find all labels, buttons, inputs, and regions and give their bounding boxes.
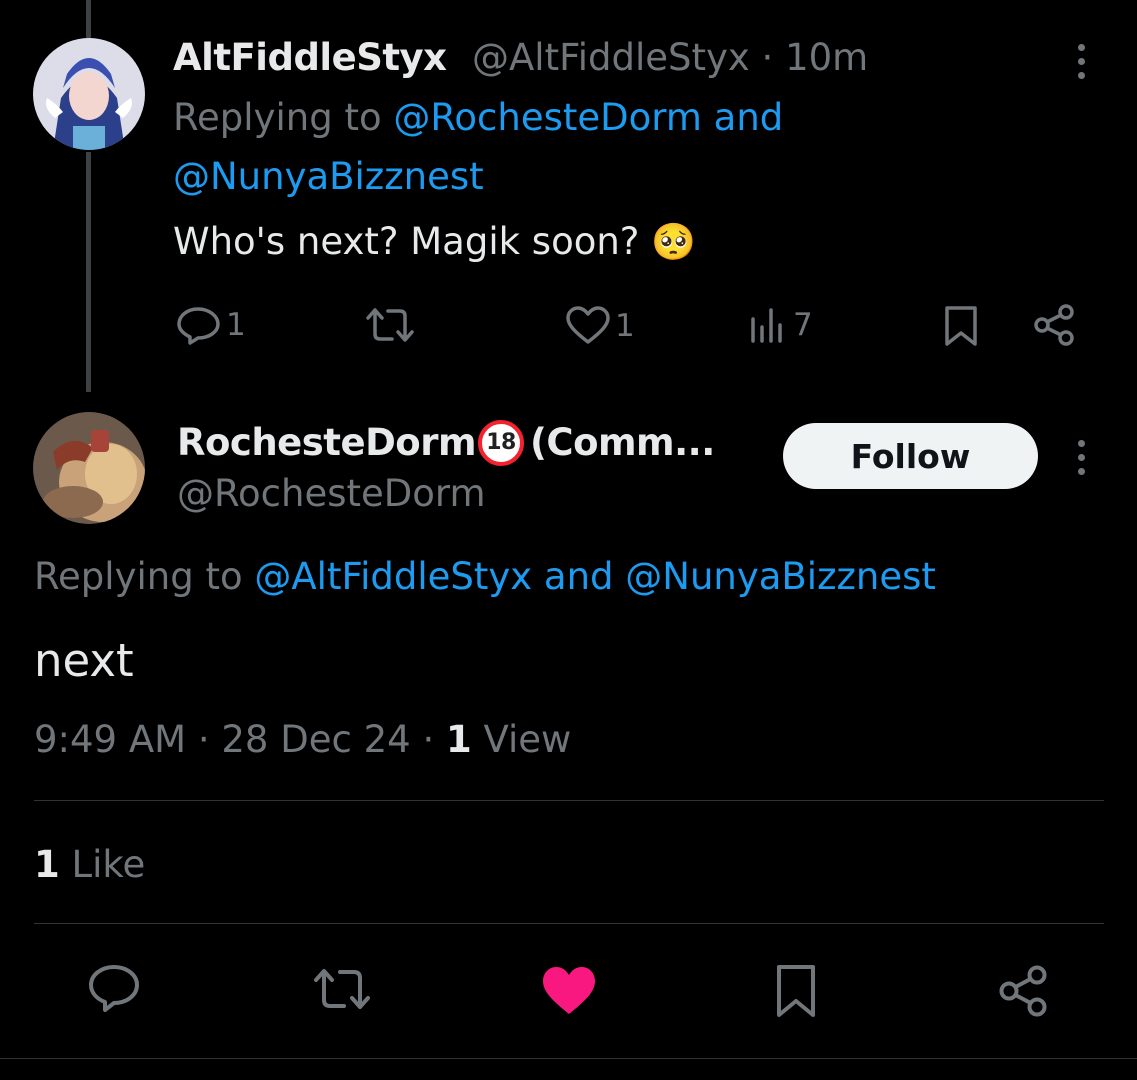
share-icon [1034,304,1074,346]
repost-icon [314,969,370,1009]
repost-icon [366,308,414,342]
reply-button[interactable]: 1 [176,305,246,345]
view-count: 1 [445,718,472,761]
reply-icon [177,307,220,345]
like-icon [566,306,610,344]
display-name[interactable]: RochesteDorm 18 (Comm... [177,419,715,468]
like-button[interactable]: 1 [565,306,635,346]
reply-icon [89,965,139,1012]
bookmark-button[interactable] [943,305,979,347]
liked-heart-icon [543,967,595,1014]
pleading-face-emoji: 🥺 [651,222,697,263]
more-icon[interactable] [1073,44,1089,79]
repost-button[interactable] [364,306,420,344]
handle[interactable]: @AltFiddleStyx [472,36,750,79]
replying-to-line: Replying to @RochesteDorm and [173,96,783,139]
adult-content-18-icon: 18 [478,419,525,466]
follow-button[interactable]: Follow [783,423,1038,489]
divider [34,800,1104,801]
tweet-text: Who's next? Magik soon? 🥺 [173,220,697,263]
avatar[interactable] [33,38,145,150]
replying-to-line: Replying to @AltFiddleStyx and @NunyaBiz… [34,555,936,598]
reply-count: 1 [226,307,246,343]
views-count: 7 [793,307,813,343]
replying-to-mentions[interactable]: @AltFiddleStyx and @NunyaBizznest [254,555,936,598]
handle[interactable]: @RochesteDorm [177,472,486,515]
bookmark-icon [945,306,977,346]
bookmark-icon [777,965,815,1017]
reply-button[interactable] [88,963,140,1015]
likes-summary[interactable]: 1 Like [34,843,145,886]
display-name[interactable]: AltFiddleStyx [173,36,447,79]
replying-to-mentions[interactable]: @RochesteDorm and [393,96,783,139]
like-count: 1 [34,843,60,886]
thread-line [86,0,91,40]
views-icon [751,308,782,343]
views-button[interactable]: 7 [749,307,813,343]
like-count: 1 [615,308,635,344]
divider [0,1058,1137,1059]
share-icon [999,965,1047,1017]
replying-to-prefix: Replying to [34,555,243,598]
thread-line [86,152,91,392]
handle-and-time[interactable]: @AltFiddleStyx · 10m [472,36,868,79]
repost-button[interactable] [312,966,372,1012]
time-ago[interactable]: 10m [785,36,868,79]
timestamp[interactable]: 9:49 AM [34,718,186,761]
view-label: View [483,718,572,761]
share-button[interactable] [1032,303,1076,347]
tweet-text: next [34,634,134,687]
tweet-thread-view: AltFiddleStyx @AltFiddleStyx · 10m Reply… [0,0,1137,1080]
share-button[interactable] [997,964,1049,1018]
like-label: Like [71,843,146,886]
bookmark-button[interactable] [775,964,817,1018]
separator: · [761,36,774,79]
more-icon[interactable] [1073,440,1089,475]
tweet-metadata: 9:49 AM · 28 Dec 24 · 1 View [34,718,572,761]
date[interactable]: 28 Dec 24 [221,718,410,761]
divider [34,923,1104,924]
avatar[interactable] [33,412,145,524]
replying-to-prefix: Replying to [173,96,382,139]
like-button[interactable] [541,966,597,1016]
replying-to-mention[interactable]: @NunyaBizznest [173,155,484,198]
